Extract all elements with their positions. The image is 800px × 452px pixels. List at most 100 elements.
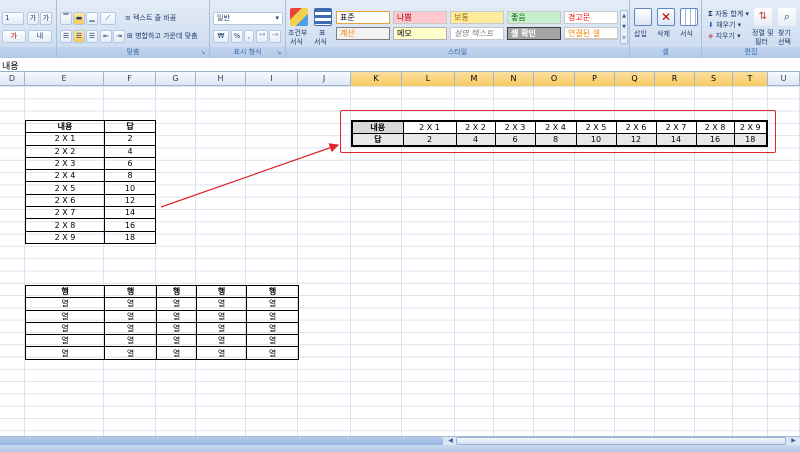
decrease-indent-icon[interactable]: ⇤	[100, 30, 112, 43]
hangul-convert-icon[interactable]: 내	[28, 30, 52, 43]
table-cell[interactable]: 열	[25, 346, 105, 360]
column-header-q[interactable]: Q	[615, 72, 655, 86]
comma-button[interactable]: ,	[244, 30, 254, 43]
table-cell[interactable]: 열	[25, 334, 105, 348]
cell-style-check[interactable]: 셀 확인	[507, 27, 561, 40]
table-cell[interactable]: 2 X 6	[25, 193, 105, 208]
table-cell[interactable]: 열	[104, 309, 157, 323]
column-header-o[interactable]: O	[534, 72, 575, 86]
styles-gallery-scroll[interactable]: ▲ ▼ ≡	[620, 10, 628, 44]
align-right-icon[interactable]: ☰	[86, 30, 98, 43]
column-header-d[interactable]: D	[0, 72, 25, 86]
table-cell[interactable]: 열	[104, 297, 157, 311]
column-header-l[interactable]: L	[402, 72, 455, 86]
column-header-p[interactable]: P	[575, 72, 615, 86]
scrollbar-thumb[interactable]	[456, 437, 786, 445]
column-header-h[interactable]: H	[196, 72, 246, 86]
table-cell[interactable]: 2 X 2	[25, 144, 105, 158]
table-cell[interactable]: 12	[104, 193, 156, 208]
align-middle-icon[interactable]: ▬	[73, 12, 85, 25]
table-cell[interactable]: 16	[695, 133, 735, 147]
table-header-cell[interactable]: 행	[25, 284, 105, 299]
table-cell[interactable]: 2 X 2	[455, 120, 496, 134]
column-header-f[interactable]: F	[104, 72, 156, 86]
insert-cells-button[interactable]: 삽입	[633, 8, 653, 48]
table-header-cell[interactable]: 답	[104, 119, 156, 134]
number-dialog-launcher-icon[interactable]: ↘	[275, 49, 283, 57]
table-cell[interactable]: 2 X 1	[25, 132, 105, 146]
table-cell[interactable]: 2 X 6	[615, 120, 657, 134]
column-header-e[interactable]: E	[25, 72, 104, 86]
table-cell[interactable]: 2 X 1	[402, 120, 457, 134]
table-cell[interactable]: 열	[246, 346, 299, 360]
cell-style-explanatory[interactable]: 설명 텍스트	[450, 27, 504, 40]
autosum-button[interactable]: Σ 자동 합계 ▾	[708, 10, 749, 19]
merge-center-button[interactable]: ⊞ 병합하고 가운데 맞춤	[127, 32, 198, 41]
cell-style-neutral[interactable]: 보통	[450, 11, 504, 24]
table-cell[interactable]: 열	[156, 321, 197, 336]
alignment-dialog-launcher-icon[interactable]: ↘	[199, 49, 207, 57]
grow-font-icon[interactable]: 가	[27, 12, 39, 25]
cell-style-calculation[interactable]: 계산	[336, 27, 390, 40]
table-header-cell[interactable]: 행	[196, 284, 247, 299]
table-cell[interactable]: 8	[534, 133, 577, 147]
format-as-table-button[interactable]: 표 서식	[312, 8, 334, 48]
table-header-cell[interactable]: 행	[156, 284, 197, 299]
table-header-cell[interactable]: 내용	[25, 119, 105, 134]
number-format-dropdown[interactable]: 일반 ▾	[213, 12, 283, 25]
column-header-i[interactable]: I	[246, 72, 298, 86]
align-center-icon[interactable]: ☰	[73, 30, 85, 43]
increase-decimal-icon[interactable]: ⁺⁰	[256, 30, 268, 43]
column-header-n[interactable]: N	[494, 72, 534, 86]
sort-filter-button[interactable]: ⇅ 정렬 및 필터	[752, 8, 774, 48]
table-cell[interactable]: 열	[25, 309, 105, 323]
cell-style-bad[interactable]: 나쁨	[393, 11, 447, 24]
table-cell[interactable]: 열	[156, 346, 197, 360]
column-header-k[interactable]: K	[351, 72, 402, 86]
table-cell[interactable]: 열	[104, 346, 157, 360]
table-cell[interactable]: 열	[196, 346, 247, 360]
column-header-s[interactable]: S	[695, 72, 733, 86]
scroll-right-icon[interactable]: ▶	[789, 437, 798, 445]
scroll-left-icon[interactable]: ◀	[446, 437, 455, 445]
table-header-cell[interactable]: 행	[246, 284, 299, 299]
clear-button[interactable]: ◈ 지우기 ▾	[708, 32, 741, 41]
table-cell[interactable]: 4	[455, 133, 496, 147]
table-cell[interactable]: 2	[104, 132, 156, 146]
table-cell[interactable]: 2 X 7	[25, 206, 105, 220]
shrink-font-icon[interactable]: 가	[40, 12, 52, 25]
format-cells-button[interactable]: 서식	[679, 8, 699, 48]
currency-button[interactable]: ₩	[213, 30, 229, 43]
delete-cells-button[interactable]: ✕ 삭제	[656, 8, 676, 48]
table-cell[interactable]: 8	[104, 169, 156, 183]
table-cell[interactable]: 열	[156, 334, 197, 348]
column-header-m[interactable]: M	[455, 72, 494, 86]
table-cell[interactable]: 2 X 9	[25, 230, 105, 244]
table-cell[interactable]: 열	[25, 297, 105, 311]
decrease-decimal-icon[interactable]: ⁻⁰	[269, 30, 281, 43]
formula-bar[interactable]: 내용	[0, 58, 800, 72]
align-top-icon[interactable]: ▔	[60, 12, 72, 25]
cell-style-warning[interactable]: 경고문	[564, 11, 618, 24]
table-cell[interactable]: 6	[494, 133, 536, 147]
table-cell[interactable]: 2 X 3	[494, 120, 536, 134]
table-header-cell[interactable]: 내용	[351, 120, 404, 134]
table-cell[interactable]: 14	[104, 206, 156, 220]
cell-style-linked[interactable]: 연결된 셀	[564, 27, 618, 40]
table-cell[interactable]: 6	[104, 156, 156, 171]
wrap-text-button[interactable]: ≡ 텍스트 줄 바꿈	[125, 14, 176, 23]
conditional-format-button[interactable]: 조건부 서식	[288, 8, 310, 48]
column-header-j[interactable]: J	[298, 72, 351, 86]
table-cell[interactable]: 열	[246, 309, 299, 323]
cell-style-good[interactable]: 좋음	[507, 11, 561, 24]
align-left-icon[interactable]: ☰	[60, 30, 72, 43]
table-cell[interactable]: 2 X 7	[655, 120, 697, 134]
table-cell[interactable]: 열	[25, 321, 105, 336]
table-cell[interactable]: 2 X 4	[25, 169, 105, 183]
column-header-g[interactable]: G	[156, 72, 196, 86]
table-cell[interactable]: 2 X 8	[25, 218, 105, 232]
percent-button[interactable]: %	[231, 30, 243, 43]
table-cell[interactable]: 2 X 8	[695, 120, 735, 134]
increase-indent-icon[interactable]: ⇥	[113, 30, 125, 43]
cell-style-note[interactable]: 메모	[393, 27, 447, 40]
